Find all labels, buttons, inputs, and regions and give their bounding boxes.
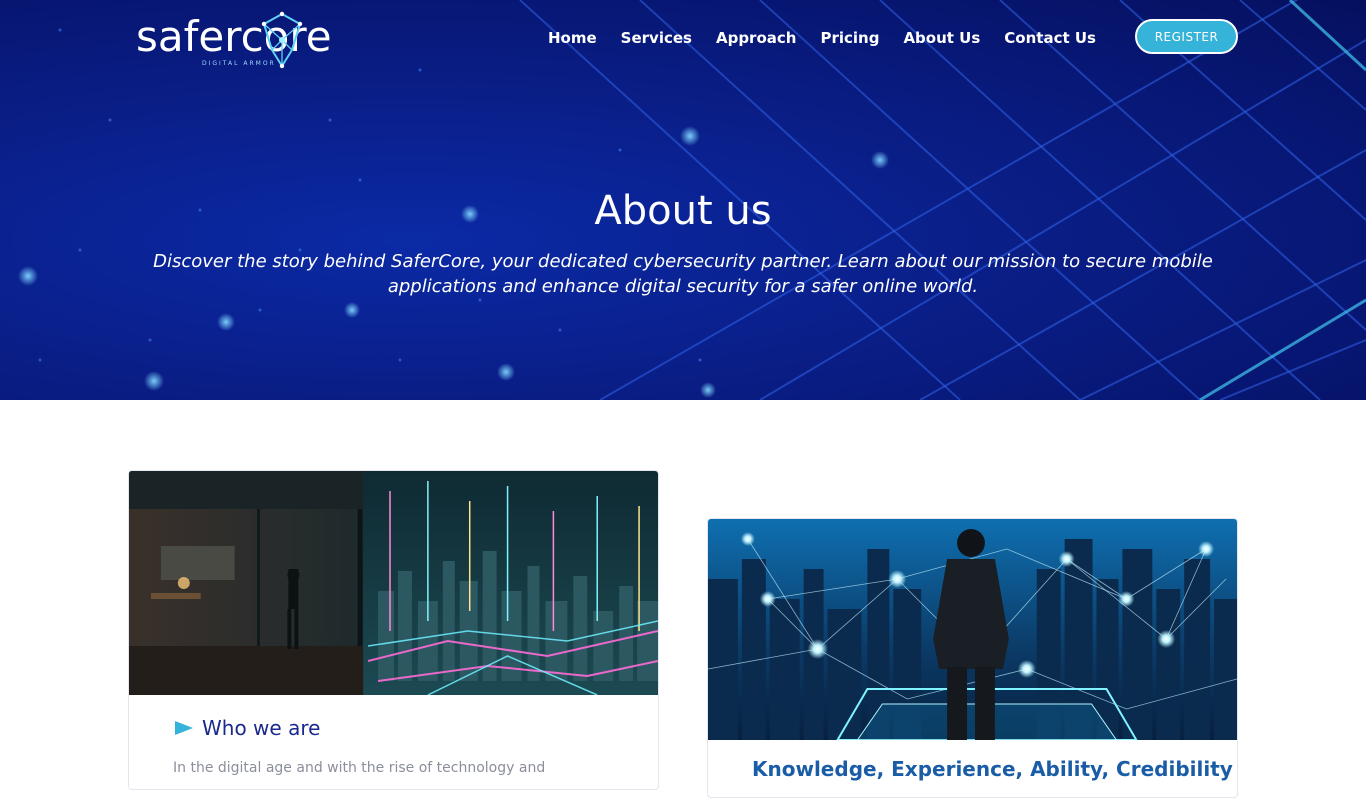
nav-services[interactable]: Services xyxy=(621,28,692,48)
who-we-are-heading: Who we are xyxy=(174,716,320,740)
who-we-are-card: Who we are In the digital age and with t… xyxy=(128,470,659,790)
hero-banner: safercore DIGITAL ARMOR Home Services Ap… xyxy=(0,0,1366,400)
main-nav: Home Services Approach Pricing About Us … xyxy=(548,28,1120,48)
register-button[interactable]: REGISTER xyxy=(1135,19,1238,54)
nav-home[interactable]: Home xyxy=(548,28,597,48)
values-heading: Knowledge, Experience, Ability, Credibil… xyxy=(752,757,1233,781)
play-arrow-icon xyxy=(175,721,193,735)
businessman-city-image xyxy=(708,519,1237,740)
office-city-image xyxy=(129,471,658,695)
brand-tagline: DIGITAL ARMOR xyxy=(202,60,276,67)
who-we-are-text: In the digital age and with the rise of … xyxy=(173,760,546,776)
page-title: About us xyxy=(594,188,772,234)
nav-about-us[interactable]: About Us xyxy=(903,28,980,48)
brand-logo[interactable]: safercore DIGITAL ARMOR xyxy=(136,10,346,70)
page-subtitle: Discover the story behind SaferCore, you… xyxy=(153,251,1213,297)
nav-approach[interactable]: Approach xyxy=(716,28,796,48)
values-card: Knowledge, Experience, Ability, Credibil… xyxy=(707,518,1238,798)
nav-pricing[interactable]: Pricing xyxy=(820,28,879,48)
who-we-are-title: Who we are xyxy=(202,716,321,740)
nav-contact-us[interactable]: Contact Us xyxy=(1004,28,1096,48)
